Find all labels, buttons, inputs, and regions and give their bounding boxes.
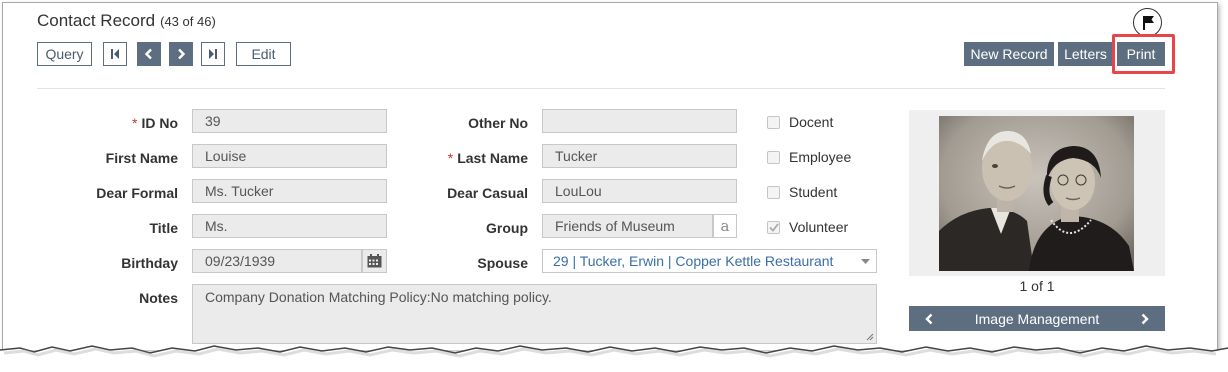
first-record-button[interactable] (103, 42, 127, 66)
dear-casual-label: Dear Casual (447, 185, 528, 201)
group-label: Group (486, 220, 528, 236)
flag-button[interactable] (1133, 8, 1162, 37)
letters-button[interactable]: Letters (1058, 42, 1113, 66)
required-marker: * (131, 115, 138, 131)
divider (37, 88, 1165, 89)
prev-record-button[interactable] (137, 42, 161, 66)
last-name-label: * Last Name (447, 150, 528, 166)
dear-casual-field[interactable]: LouLou (542, 179, 737, 203)
last-record-icon (209, 49, 217, 59)
student-label: Student (789, 184, 838, 200)
docent-label: Docent (789, 114, 834, 130)
volunteer-label: Volunteer (789, 219, 849, 235)
contact-record-window: Contact Record (43 of 46) Query Edit New (2, 2, 1218, 350)
image-count: 1 of 1 (1019, 278, 1055, 294)
page-title: Contact Record (37, 11, 156, 30)
notes-text: Company Donation Matching Policy:No matc… (205, 289, 552, 305)
notes-field[interactable]: Company Donation Matching Policy:No matc… (192, 284, 877, 344)
other-no-label: Other No (468, 115, 528, 131)
record-count: (43 of 46) (160, 14, 216, 29)
other-no-field[interactable] (542, 109, 737, 133)
required-marker: * (447, 150, 454, 166)
contact-photo[interactable] (939, 116, 1134, 271)
calendar-icon (367, 254, 382, 268)
first-record-icon (111, 49, 119, 59)
chevron-left-icon (925, 313, 933, 324)
spouse-label: Spouse (477, 255, 528, 271)
next-record-icon (178, 48, 186, 60)
edit-button[interactable]: Edit (236, 42, 291, 66)
birthday-label: Birthday (121, 255, 178, 271)
student-checkbox[interactable]: Student (767, 184, 837, 200)
print-highlight-box (1112, 34, 1175, 74)
last-record-button[interactable] (201, 42, 225, 66)
volunteer-checkbox[interactable]: Volunteer (767, 219, 848, 235)
docent-checkbox[interactable]: Docent (767, 114, 833, 130)
id-no-field[interactable]: 39 (192, 109, 387, 133)
dear-formal-label: Dear Formal (96, 185, 178, 201)
spouse-select[interactable]: 29 | Tucker, Erwin | Copper Kettle Resta… (542, 249, 877, 273)
notes-label: Notes (139, 290, 178, 306)
flag-icon (1142, 15, 1154, 30)
dropdown-arrow-icon (861, 259, 870, 264)
checkbox[interactable] (767, 220, 780, 234)
dear-formal-field[interactable]: Ms. Tucker (192, 179, 387, 203)
employee-checkbox[interactable]: Employee (767, 149, 851, 165)
title-row: Contact Record (43 of 46) (37, 11, 216, 31)
prev-record-icon (144, 48, 152, 60)
next-record-button[interactable] (169, 42, 193, 66)
last-name-field[interactable]: Tucker (542, 144, 737, 168)
first-name-field[interactable]: Louise (192, 144, 387, 168)
photo-panel (909, 110, 1165, 276)
checkbox[interactable] (767, 185, 780, 199)
group-lookup-button[interactable]: a (713, 214, 737, 238)
query-button[interactable]: Query (37, 42, 92, 66)
employee-label: Employee (789, 149, 852, 165)
checkbox[interactable] (767, 115, 780, 129)
checkmark-icon (768, 222, 779, 232)
calendar-button[interactable] (362, 249, 387, 273)
checkbox[interactable] (767, 150, 780, 164)
title-field[interactable]: Ms. (192, 214, 387, 238)
first-name-label: First Name (105, 150, 178, 166)
prev-image-button[interactable] (909, 313, 949, 325)
torn-edge (0, 345, 1228, 372)
group-field[interactable]: Friends of Museum (542, 214, 713, 238)
next-image-button[interactable] (1125, 313, 1165, 325)
birthday-field[interactable]: 09/23/1939 (192, 249, 362, 273)
image-management-bar: Image Management (909, 306, 1165, 331)
spouse-value: 29 | Tucker, Erwin | Copper Kettle Resta… (553, 253, 834, 269)
id-no-label: * ID No (131, 115, 178, 131)
new-record-button[interactable]: New Record (964, 42, 1054, 66)
chevron-right-icon (1141, 313, 1149, 324)
image-management-button[interactable]: Image Management (975, 311, 1100, 327)
title-label: Title (149, 220, 178, 236)
